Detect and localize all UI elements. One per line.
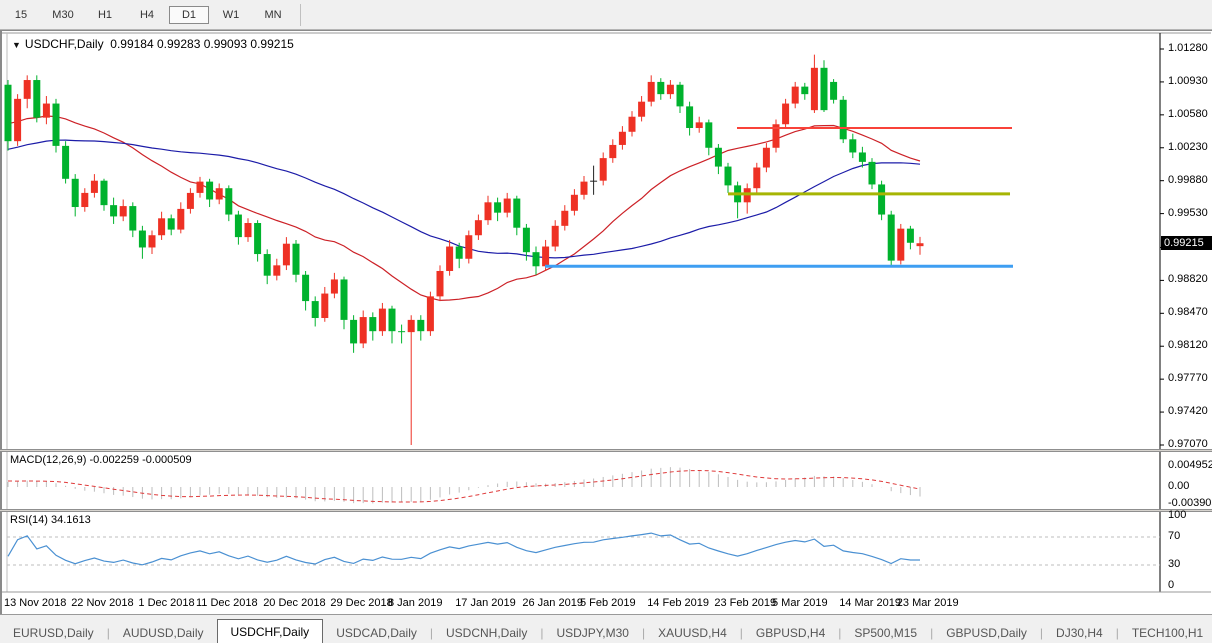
timeframe-toolbar: 15M30H1H4D1W1MN — [0, 0, 1212, 30]
macd-axis-label: -0.003905 — [1168, 497, 1212, 509]
macd-axis-label: 0.00 — [1168, 480, 1189, 492]
tab-usdcnh-daily[interactable]: USDCNH,Daily — [433, 622, 540, 643]
price-axis-label: 1.01280 — [1168, 42, 1208, 54]
price-axis-label: 1.00930 — [1168, 75, 1208, 87]
tab-eurusd-daily[interactable]: EURUSD,Daily — [0, 622, 107, 643]
rsi-axis-label: 0 — [1168, 579, 1174, 591]
rsi-label: RSI(14) 34.1613 — [10, 514, 91, 526]
timeframe-button-h1[interactable]: H1 — [85, 6, 125, 24]
tab-sp500-m15[interactable]: SP500,M15 — [841, 622, 930, 643]
date-label: 5 Mar 2019 — [772, 597, 828, 609]
timeframe-button-h4[interactable]: H4 — [127, 6, 167, 24]
price-axis-label: 0.97070 — [1168, 438, 1208, 450]
timeframe-button-w1[interactable]: W1 — [211, 6, 251, 24]
rsi-axis-label: 100 — [1168, 509, 1186, 521]
date-label: 17 Jan 2019 — [455, 597, 516, 609]
price-axis-label: 1.00580 — [1168, 108, 1208, 120]
date-label: 29 Dec 2018 — [330, 597, 392, 609]
rsi-axis-label: 70 — [1168, 530, 1180, 542]
date-label: 8 Jan 2019 — [388, 597, 442, 609]
macd-axis-label: 0.004952 — [1168, 459, 1212, 471]
date-label: 14 Mar 2019 — [839, 597, 901, 609]
macd-values: -0.002259 -0.000509 — [89, 454, 191, 466]
macd-pane-splitter[interactable] — [0, 449, 1212, 452]
price-axis-label: 0.97770 — [1168, 372, 1208, 384]
rsi-name: RSI(14) — [10, 514, 48, 526]
tab-audusd-daily[interactable]: AUDUSD,Daily — [110, 622, 217, 643]
date-label: 23 Feb 2019 — [714, 597, 776, 609]
tab-gbpusd-h4[interactable]: GBPUSD,H4 — [743, 622, 838, 643]
collapse-triangle-icon[interactable]: ▼ — [12, 40, 21, 50]
date-label: 20 Dec 2018 — [263, 597, 325, 609]
chart-title: ▼ USDCHF,Daily 0.99184 0.99283 0.99093 0.… — [12, 37, 294, 51]
date-label: 23 Mar 2019 — [897, 597, 959, 609]
tab-usdcad-daily[interactable]: USDCAD,Daily — [323, 622, 430, 643]
chart-symbol-label: USDCHF,Daily — [25, 37, 104, 51]
tab-tech100-h1[interactable]: TECH100,H1 — [1119, 622, 1212, 643]
timeframe-button-15[interactable]: 15 — [1, 6, 41, 24]
price-axis-label: 0.98820 — [1168, 273, 1208, 285]
tab-dj30-h4[interactable]: DJ30,H4 — [1043, 622, 1116, 643]
date-label: 14 Feb 2019 — [647, 597, 709, 609]
current-price-box: 0.99215 — [1161, 236, 1212, 250]
date-label: 5 Feb 2019 — [580, 597, 636, 609]
tab-usdjpy-m30[interactable]: USDJPY,M30 — [543, 622, 641, 643]
rsi-pane-splitter[interactable] — [0, 509, 1212, 512]
price-axis-label: 1.00230 — [1168, 141, 1208, 153]
timeframe-button-mn[interactable]: MN — [253, 6, 293, 24]
price-axis-label: 0.99530 — [1168, 207, 1208, 219]
timeframe-button-m30[interactable]: M30 — [43, 6, 83, 24]
macd-label: MACD(12,26,9) -0.002259 -0.000509 — [10, 454, 192, 466]
price-axis-label: 0.97420 — [1168, 405, 1208, 417]
price-axis-label: 0.99880 — [1168, 174, 1208, 186]
rsi-value: 34.1613 — [51, 514, 91, 526]
price-axis-label: 0.98120 — [1168, 339, 1208, 351]
date-label: 26 Jan 2019 — [522, 597, 583, 609]
tab-usdchf-daily[interactable]: USDCHF,Daily — [217, 619, 324, 643]
date-label: 13 Nov 2018 — [4, 597, 66, 609]
macd-name: MACD(12,26,9) — [10, 454, 86, 466]
trading-platform-window: 15M30H1H4D1W1MN ▼ USDCHF,Daily 0.99184 0.… — [0, 0, 1212, 643]
toolbar-separator — [300, 4, 301, 26]
date-label: 11 Dec 2018 — [196, 597, 258, 609]
chart-tab-bar: EURUSD,Daily|AUDUSD,DailyUSDCHF,DailyUSD… — [0, 614, 1212, 643]
date-label: 1 Dec 2018 — [138, 597, 194, 609]
price-axis-label: 0.98470 — [1168, 306, 1208, 318]
date-label: 22 Nov 2018 — [71, 597, 133, 609]
chart-window[interactable] — [0, 30, 1212, 615]
rsi-axis-label: 30 — [1168, 558, 1180, 570]
chart-ohlc-values: 0.99184 0.99283 0.99093 0.99215 — [110, 37, 294, 51]
tab-gbpusd-daily[interactable]: GBPUSD,Daily — [933, 622, 1040, 643]
timeframe-button-d1[interactable]: D1 — [169, 6, 209, 24]
tab-xauusd-h4[interactable]: XAUUSD,H4 — [645, 622, 740, 643]
